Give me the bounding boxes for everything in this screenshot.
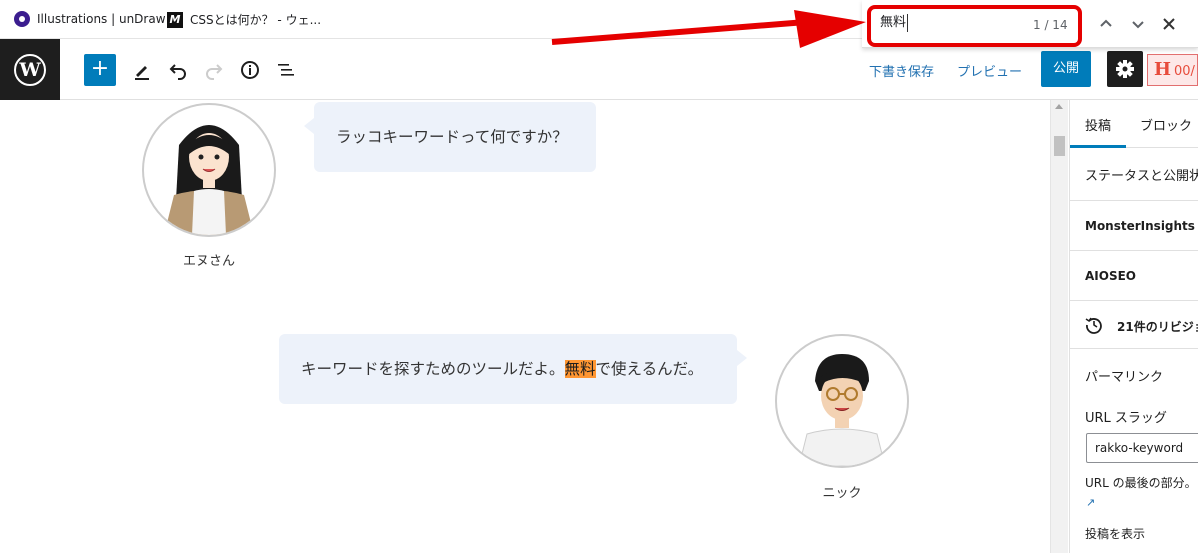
panel-aioseo[interactable]: AIOSEO xyxy=(1070,251,1198,301)
bubble-text: ラッコキーワードって何ですか？ xyxy=(336,128,568,146)
wordpress-logo[interactable]: W xyxy=(0,39,60,100)
undo-icon[interactable] xyxy=(166,58,190,82)
man-avatar-illustration xyxy=(798,354,886,466)
panel-status[interactable]: ステータスと公開状 xyxy=(1070,148,1198,201)
add-block-button[interactable]: + xyxy=(84,54,116,86)
settings-button[interactable] xyxy=(1107,51,1143,87)
h-plugin-badge[interactable]: H 00/ xyxy=(1147,54,1198,86)
bubble-text-after: で使えるんだ。 xyxy=(595,360,704,378)
canvas-scrollbar[interactable] xyxy=(1050,100,1068,553)
monsterinsights-label: MonsterInsights xyxy=(1085,219,1195,233)
status-label: ステータスと公開状 xyxy=(1085,169,1198,184)
undraw-icon xyxy=(14,11,30,27)
bookmark-label: CSSとは何か？ - ウェ... xyxy=(190,13,322,27)
chevron-up-icon xyxy=(1100,19,1112,27)
annotation-highlight-box xyxy=(867,5,1082,47)
tab-block[interactable]: ブロック xyxy=(1140,115,1192,134)
permalink-heading: パーマリンク xyxy=(1085,370,1164,385)
gear-icon xyxy=(1116,60,1134,78)
h-badge-count: 00/ xyxy=(1174,64,1195,79)
list-view-icon[interactable] xyxy=(274,58,298,82)
redo-icon[interactable] xyxy=(202,58,226,82)
url-help-text: URL の最後の部分。 xyxy=(1085,476,1197,490)
chevron-down-icon xyxy=(1132,21,1144,29)
search-highlight: 無料 xyxy=(564,360,596,378)
save-draft-button[interactable]: 下書き保存 xyxy=(869,61,934,80)
sidebar-tabs: 投稿 ブロック xyxy=(1070,100,1198,148)
panel-revisions[interactable]: 21件のリビジョ xyxy=(1070,301,1198,349)
woman-avatar-illustration xyxy=(164,125,254,235)
info-icon[interactable] xyxy=(238,58,262,82)
scroll-up-arrow-icon[interactable] xyxy=(1055,104,1063,109)
speech-bubble-1[interactable]: ラッコキーワードって何ですか？ xyxy=(304,102,596,172)
annotation-arrow-icon xyxy=(551,10,866,48)
speaker-name-1: エヌさん xyxy=(182,254,235,269)
bubble-text-before: キーワードを探すためのツールだよ。 xyxy=(301,360,565,378)
avatar-male xyxy=(775,334,909,468)
publish-button[interactable]: 公開 xyxy=(1041,51,1091,87)
revisions-label: 21件のリビジョ xyxy=(1117,320,1198,334)
tab-post[interactable]: 投稿 xyxy=(1085,115,1111,134)
find-previous-button[interactable] xyxy=(1096,14,1116,34)
close-icon xyxy=(1163,18,1175,30)
speech-bubble-2[interactable]: キーワードを探すためのツールだよ。無料で使えるんだ。 xyxy=(279,334,747,404)
speaker-name-2: ニック xyxy=(822,486,862,501)
bookmark-css[interactable]: M CSSとは何か？ - ウェ... xyxy=(167,11,321,28)
panel-monsterinsights[interactable]: MonsterInsights xyxy=(1070,201,1198,251)
h-letter: H xyxy=(1154,59,1172,80)
bookmark-label: Illustrations | unDraw xyxy=(37,12,166,26)
avatar-female xyxy=(142,103,276,237)
aioseo-label: AIOSEO xyxy=(1085,269,1136,283)
m-logo-icon: M xyxy=(167,11,183,28)
url-slug-input[interactable]: rakko-keyword xyxy=(1086,433,1198,463)
wordpress-icon: W xyxy=(14,53,46,86)
url-slug-label: URL スラッグ xyxy=(1085,411,1167,426)
find-close-button[interactable] xyxy=(1159,14,1179,34)
settings-sidebar: 投稿 ブロック ステータスと公開状 MonsterInsights AIOSEO… xyxy=(1069,100,1198,553)
history-icon xyxy=(1085,317,1102,334)
find-next-button[interactable] xyxy=(1128,14,1148,34)
external-link-icon[interactable]: ↗ xyxy=(1086,496,1095,509)
preview-button[interactable]: プレビュー xyxy=(957,61,1022,80)
bookmark-undraw[interactable]: Illustrations | unDraw xyxy=(14,11,166,27)
scroll-thumb[interactable] xyxy=(1054,136,1065,156)
view-post-label[interactable]: 投稿を表示 xyxy=(1085,525,1145,542)
pen-icon[interactable] xyxy=(130,58,154,82)
